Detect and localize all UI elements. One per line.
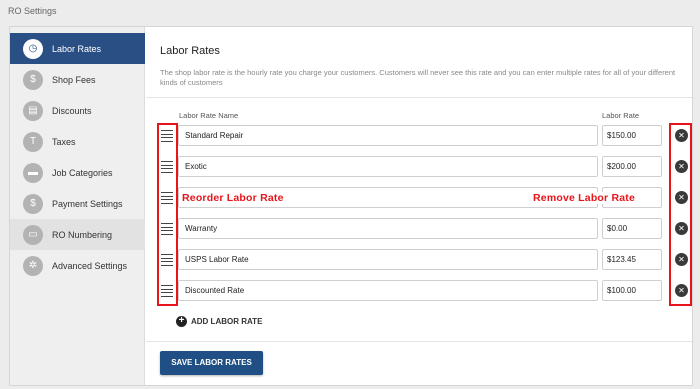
sidebar-item-label: Advanced Settings bbox=[52, 260, 128, 271]
divider bbox=[146, 97, 692, 98]
section-title: Labor Rates bbox=[160, 45, 220, 57]
sidebar-item-label: Payment Settings bbox=[52, 198, 123, 209]
save-labor-rates-button[interactable]: SAVE LABOR RATES bbox=[160, 351, 263, 375]
add-labor-rate-button[interactable]: + ADD LABOR RATE bbox=[176, 316, 262, 327]
labor-rate-row: Warranty $0.00 ✕ bbox=[146, 218, 692, 241]
labor-rate-row: Exotic $200.00 ✕ bbox=[146, 156, 692, 179]
page-title: RO Settings bbox=[8, 6, 57, 16]
remove-annotation: Remove Labor Rate bbox=[531, 192, 638, 204]
sidebar-item-labor-rates[interactable]: ◷ Labor Rates bbox=[10, 33, 145, 64]
sidebar-item-taxes[interactable]: T Taxes bbox=[10, 126, 145, 157]
dollar-tag-icon: $ bbox=[23, 69, 43, 90]
column-header-name: Labor Rate Name bbox=[179, 111, 239, 120]
section-description: The shop labor rate is the hourly rate y… bbox=[160, 68, 676, 87]
add-labor-rate-label: ADD LABOR RATE bbox=[191, 317, 263, 326]
store-icon: ▤ bbox=[23, 100, 43, 121]
labor-rate-name-input[interactable]: Standard Repair bbox=[178, 125, 598, 146]
tax-icon: T bbox=[23, 131, 43, 152]
sidebar-item-job-categories[interactable]: ▬ Job Categories bbox=[10, 157, 145, 188]
labor-rate-value-input[interactable]: $100.00 bbox=[602, 280, 662, 301]
reorder-highlight-box bbox=[157, 123, 178, 306]
sidebar: ◷ Labor Rates $ Shop Fees ▤ Discounts T … bbox=[10, 27, 145, 385]
labor-rate-row: Discounted Rate $100.00 ✕ bbox=[146, 280, 692, 303]
sidebar-item-shop-fees[interactable]: $ Shop Fees bbox=[10, 64, 145, 95]
remove-highlight-box bbox=[669, 123, 692, 306]
sidebar-item-payment-settings[interactable]: $ Payment Settings bbox=[10, 188, 145, 219]
sidebar-item-discounts[interactable]: ▤ Discounts bbox=[10, 95, 145, 126]
sidebar-item-label: Taxes bbox=[52, 136, 76, 147]
labor-rate-value-input[interactable]: $200.00 bbox=[602, 156, 662, 177]
labor-rate-row: USPS Labor Rate $123.45 ✕ bbox=[146, 249, 692, 272]
main-panel: Labor Rates The shop labor rate is the h… bbox=[146, 27, 692, 385]
labor-rate-value-input[interactable]: $150.00 bbox=[602, 125, 662, 146]
gear-icon: ✲ bbox=[23, 255, 43, 276]
sidebar-item-label: RO Numbering bbox=[52, 229, 113, 240]
column-header-rate: Labor Rate bbox=[602, 111, 640, 120]
labor-rate-name-input[interactable]: Exotic bbox=[178, 156, 598, 177]
sidebar-item-ro-numbering[interactable]: ▭ RO Numbering bbox=[10, 219, 145, 250]
sidebar-item-label: Discounts bbox=[52, 105, 92, 116]
labor-rate-name-input[interactable]: Warranty bbox=[178, 218, 598, 239]
car-icon: ▭ bbox=[23, 224, 43, 245]
plus-circle-icon: + bbox=[176, 316, 187, 327]
settings-card: ◷ Labor Rates $ Shop Fees ▤ Discounts T … bbox=[9, 26, 693, 386]
sidebar-item-advanced-settings[interactable]: ✲ Advanced Settings bbox=[10, 250, 145, 281]
stopwatch-icon: ◷ bbox=[23, 38, 43, 59]
labor-rate-name-input[interactable]: USPS Labor Rate bbox=[178, 249, 598, 270]
reorder-annotation: Reorder Labor Rate bbox=[180, 192, 286, 204]
sidebar-item-label: Labor Rates bbox=[52, 43, 102, 54]
dollar-circle-icon: $ bbox=[23, 193, 43, 214]
divider bbox=[146, 341, 692, 342]
labor-rate-value-input[interactable]: $0.00 bbox=[602, 218, 662, 239]
labor-rate-row: Standard Repair $150.00 ✕ bbox=[146, 125, 692, 148]
labor-rate-name-input[interactable]: Discounted Rate bbox=[178, 280, 598, 301]
sidebar-item-label: Shop Fees bbox=[52, 74, 96, 85]
sidebar-item-label: Job Categories bbox=[52, 167, 113, 178]
folder-icon: ▬ bbox=[23, 162, 43, 183]
labor-rate-value-input[interactable]: $123.45 bbox=[602, 249, 662, 270]
